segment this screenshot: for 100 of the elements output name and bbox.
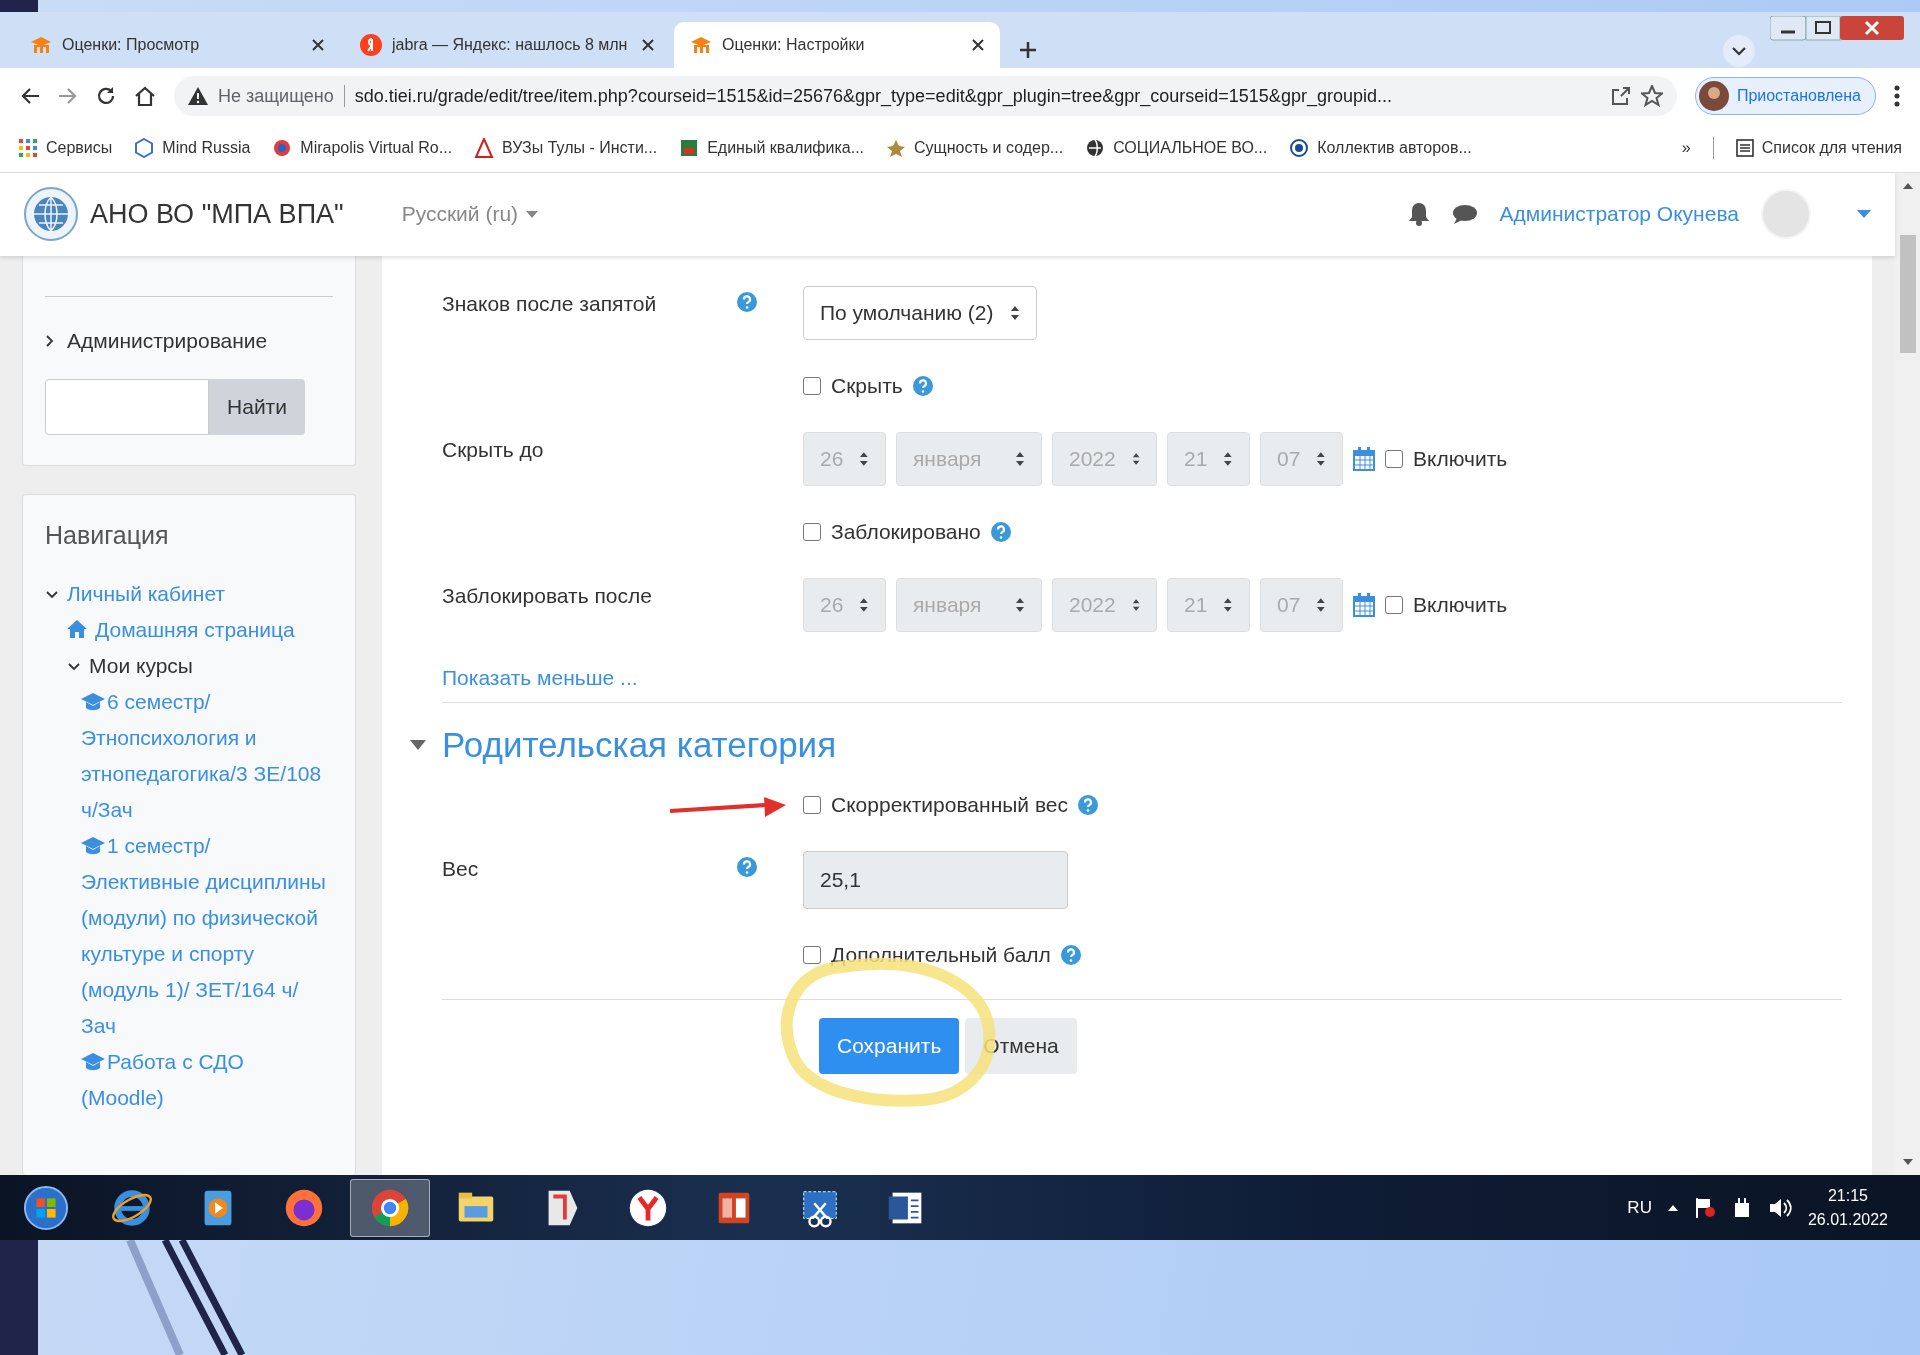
bookmark[interactable]: Сущность и содер...: [886, 138, 1064, 159]
yandex-icon: [360, 34, 382, 56]
close-icon[interactable]: [972, 39, 984, 51]
circle-logo-icon: [1289, 138, 1310, 159]
taskbar-app[interactable]: [350, 1178, 430, 1237]
help-icon[interactable]: [990, 521, 1011, 542]
graduation-cap-icon: [81, 692, 105, 711]
graduation-cap-icon: [81, 1052, 105, 1071]
close-icon[interactable]: [642, 39, 654, 51]
input-language[interactable]: RU: [1627, 1197, 1652, 1218]
triangle-icon: [474, 138, 495, 159]
moodle-hat-icon: [690, 36, 712, 54]
bookmark[interactable]: Mirapolis Virtual Ro...: [272, 138, 453, 159]
caret-icon: [526, 210, 539, 218]
checkbox[interactable]: [803, 522, 821, 541]
emblem-icon: [886, 138, 906, 159]
checkbox-label: Заблокировано: [831, 519, 981, 544]
reading-list-button[interactable]: Список для чтения: [1735, 139, 1902, 158]
checkbox[interactable]: [803, 795, 821, 814]
home-icon: [67, 618, 87, 639]
clock-date[interactable]: 26.01.2022: [1807, 1207, 1888, 1232]
checkbox-label: Включить: [1413, 446, 1508, 471]
checkbox[interactable]: [1385, 595, 1403, 614]
caret-icon: [410, 739, 426, 750]
block-title: Навигация: [45, 520, 170, 550]
scroll-down-icon[interactable]: [1902, 1159, 1913, 1166]
graduation-cap-icon: [81, 836, 105, 855]
bookmark[interactable]: Единый квалифика...: [679, 138, 864, 159]
window-controls-icon[interactable]: [1770, 16, 1906, 42]
browser-tab[interactable]: Оценки: Просмотр: [14, 22, 340, 68]
decimals-select[interactable]: По умолчанию (2): [803, 285, 1037, 340]
updown-icon: [1316, 596, 1326, 613]
globe-logo-icon: [24, 187, 78, 242]
reload-icon[interactable]: [96, 86, 116, 107]
flower-icon: [272, 138, 293, 159]
star-icon[interactable]: [1640, 85, 1663, 108]
updown-icon: [1015, 450, 1025, 467]
help-icon[interactable]: [737, 291, 757, 312]
windows-orb-icon: [23, 1184, 69, 1231]
field-label: Скрыть до: [442, 436, 545, 462]
help-icon[interactable]: [912, 375, 933, 396]
field-label: Вес: [442, 855, 480, 881]
tray-arrow-icon[interactable]: [1667, 1204, 1678, 1211]
updown-icon: [1015, 596, 1025, 613]
checkbox-label: Дополнительный балл: [831, 942, 1051, 967]
updown-icon: [1223, 450, 1233, 467]
help-icon[interactable]: [1078, 794, 1098, 815]
updown-icon: [1223, 596, 1233, 613]
menu-icon[interactable]: [1894, 85, 1900, 108]
search-button[interactable]: Найти: [209, 378, 305, 435]
updown-icon: [1009, 304, 1020, 321]
warning-icon: [188, 87, 208, 106]
tree-item[interactable]: Мои курсы: [67, 647, 193, 684]
scroll-thumb[interactable]: [1899, 234, 1916, 353]
caret-icon[interactable]: [1857, 210, 1871, 219]
more-bookmarks-button[interactable]: »: [1681, 139, 1691, 158]
volume-icon[interactable]: [1767, 1196, 1792, 1219]
checkbox-label: Включить: [1413, 592, 1508, 617]
moodle-hat-icon: [30, 36, 52, 54]
bell-icon[interactable]: [1407, 202, 1430, 227]
field-label: Знаков после запятой: [442, 290, 658, 316]
tree-item[interactable]: Администрирование: [45, 328, 268, 353]
language-menu[interactable]: Русский (ru): [395, 201, 545, 228]
checkbox[interactable]: [803, 945, 821, 964]
avatar-icon: [1698, 81, 1729, 112]
chevron-icon: [45, 333, 55, 348]
apps-grid-icon: [18, 138, 38, 159]
tab-search-icon[interactable]: [1722, 34, 1756, 68]
hexagon-icon: [134, 138, 155, 159]
security-label: Не защищено: [218, 85, 334, 107]
checkbox[interactable]: [803, 376, 821, 395]
home-icon[interactable]: [134, 86, 156, 107]
bookmark[interactable]: ВУЗы Тулы - Инсти...: [474, 138, 658, 159]
close-icon[interactable]: [312, 39, 324, 51]
browser-tab[interactable]: Оценки: Настройки: [674, 22, 1000, 68]
share-icon[interactable]: [1610, 86, 1631, 107]
search-field[interactable]: [45, 378, 209, 435]
field-label: Заблокировать после: [442, 582, 653, 608]
slide-border: [0, 0, 38, 12]
new-tab-icon[interactable]: [1018, 40, 1038, 60]
chat-icon[interactable]: [1451, 203, 1478, 226]
calendar-icon[interactable]: [1353, 446, 1375, 471]
checkbox[interactable]: [1385, 449, 1403, 468]
address-bar[interactable]: Не защищено sdo.tiei.ru/grade/edit/tree/item.php?courseid=1515&id=25676&gpr_type=edit&gpr_plugin=tree&gpr_courseid=1515&gpr_groupid...: [174, 76, 1677, 117]
square-logo-icon: [679, 138, 700, 159]
bookmark[interactable]: СОЦИАЛЬНОЕ ВО...: [1085, 138, 1268, 159]
bookmark[interactable]: Коллектив авторов...: [1289, 138, 1472, 159]
help-icon[interactable]: [1060, 944, 1081, 965]
browser-tab[interactable]: jabra — Яндекс: нашлось 8 млн: [344, 22, 670, 68]
flag-icon[interactable]: [1693, 1196, 1716, 1219]
calendar-icon[interactable]: [1353, 592, 1375, 617]
site-name[interactable]: АНО ВО "МПА ВПА": [90, 198, 344, 230]
profile-button[interactable]: Приостановлена: [1694, 77, 1876, 116]
scroll-up-icon[interactable]: [1902, 182, 1913, 189]
checkbox-label: Скорректированный вес: [831, 792, 1068, 817]
bookmark[interactable]: Сервисы: [18, 138, 113, 159]
checkbox-label: Скрыть: [831, 373, 903, 398]
updown-icon: [859, 596, 869, 613]
clock-time[interactable]: 21:15: [1827, 1183, 1868, 1208]
bookmark[interactable]: Mind Russia: [134, 138, 251, 159]
